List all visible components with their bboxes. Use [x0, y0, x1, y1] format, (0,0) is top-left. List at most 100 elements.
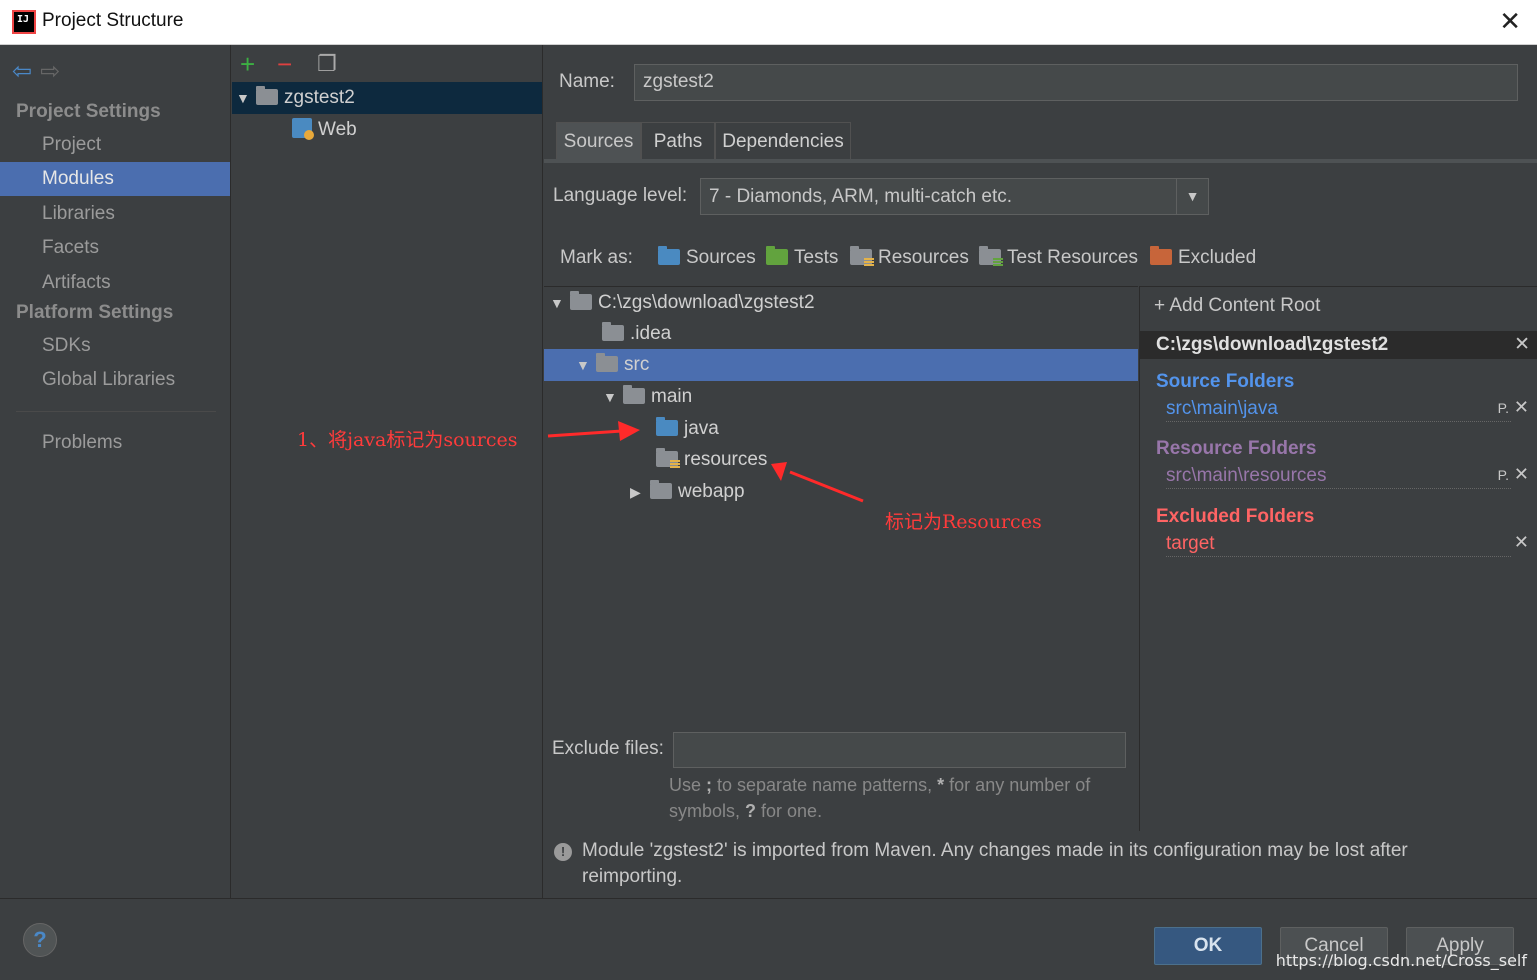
mark-tests-label: Tests: [794, 247, 839, 268]
sidebar-item-facets[interactable]: Facets: [0, 231, 230, 265]
close-icon[interactable]: ✕: [1499, 6, 1521, 37]
test-resources-folder-icon: [979, 246, 1003, 267]
mark-resources-button[interactable]: Resources: [850, 246, 969, 269]
folder-icon: [623, 385, 645, 404]
tab-underline: [544, 159, 1537, 163]
tests-folder-icon: [766, 246, 788, 265]
tab-paths[interactable]: Paths: [641, 122, 715, 160]
sidebar-item-sdks[interactable]: SDKs: [0, 329, 230, 363]
tree-label-idea: .idea: [630, 323, 672, 344]
exclude-files-input[interactable]: [673, 732, 1126, 768]
sources-folder-icon: [658, 246, 680, 265]
mark-test-resources-button[interactable]: Test Resources: [979, 246, 1138, 269]
exclude-files-hint: Use ; to separate name patterns, * for a…: [669, 775, 1091, 821]
window-title: Project Structure: [42, 10, 184, 31]
edit-properties-icon[interactable]: P.: [1498, 467, 1509, 483]
expand-triangle-icon[interactable]: ▼: [576, 349, 596, 381]
folder-icon: [570, 291, 592, 310]
edit-properties-icon[interactable]: P.: [1498, 400, 1509, 416]
mark-excluded-label: Excluded: [1178, 247, 1257, 268]
sidebar-item-project[interactable]: Project: [0, 128, 230, 162]
info-icon: !: [554, 843, 572, 861]
remove-excluded-folder-icon[interactable]: ✕: [1514, 532, 1529, 553]
facet-label: Web: [318, 119, 357, 140]
language-level-select[interactable]: 7 - Diamonds, ARM, multi-catch etc. ▼: [700, 178, 1209, 215]
module-name-field[interactable]: zgstest2: [634, 64, 1518, 101]
watermark: https://blog.csdn.net/Cross_self: [1275, 951, 1527, 970]
sidebar-item-modules[interactable]: Modules: [0, 162, 230, 196]
excluded-folder-item[interactable]: target: [1166, 532, 1511, 557]
back-arrow-icon[interactable]: ⇦: [12, 58, 32, 85]
content-root-path: C:\zgs\download\zgstest2: [1156, 334, 1389, 355]
ok-button[interactable]: OK: [1154, 927, 1262, 965]
tree-row-main[interactable]: ▼ main: [544, 381, 1138, 413]
content-roots-panel: + Add Content Root C:\zgs\download\zgste…: [1139, 286, 1537, 831]
tree-row-webapp[interactable]: ▶ webapp: [544, 476, 1138, 508]
source-folders-header: Source Folders: [1156, 371, 1295, 392]
tree-label-java: java: [684, 418, 719, 439]
annotation-java: 1、将java标记为sources: [297, 429, 518, 451]
tree-label-webapp: webapp: [678, 481, 745, 502]
mark-test-resources-label: Test Resources: [1007, 247, 1138, 268]
sidebar-item-global-libraries[interactable]: Global Libraries: [0, 363, 230, 397]
expand-triangle-icon[interactable]: ▶: [630, 476, 650, 508]
tree-row-java[interactable]: java: [544, 413, 1138, 445]
maven-import-notice: ! Module 'zgstest2' is imported from Mav…: [554, 838, 1494, 890]
expand-triangle-icon[interactable]: ▼: [603, 381, 623, 413]
sources-folder-icon: [656, 417, 678, 436]
add-module-icon[interactable]: +: [240, 49, 255, 80]
module-label: zgstest2: [284, 87, 355, 108]
language-level-label: Language level:: [553, 185, 688, 206]
mark-resources-label: Resources: [878, 247, 969, 268]
tab-sources[interactable]: Sources: [556, 122, 641, 160]
add-content-root-button[interactable]: + Add Content Root: [1154, 295, 1320, 317]
plus-icon: +: [1154, 295, 1170, 316]
module-tree-item[interactable]: ▼ zgstest2: [232, 82, 542, 114]
help-button[interactable]: ?: [23, 923, 57, 957]
resources-folder-icon: [850, 246, 874, 267]
mark-sources-button[interactable]: Sources: [658, 246, 756, 269]
source-folder-item[interactable]: src\main\java: [1166, 397, 1511, 422]
copy-module-icon[interactable]: ❐: [317, 51, 337, 77]
mark-sources-label: Sources: [686, 247, 756, 268]
tab-dependencies[interactable]: Dependencies: [715, 122, 851, 160]
modules-panel: + − ❐ ▼ zgstest2 Web: [232, 45, 543, 898]
content-root-header: C:\zgs\download\zgstest2 ✕: [1140, 331, 1537, 359]
tree-row-idea[interactable]: .idea: [544, 318, 1138, 350]
web-facet-icon: [292, 118, 314, 140]
tree-row-src[interactable]: ▼ src: [544, 349, 1138, 381]
history-nav: ⇦ ⇨: [12, 57, 60, 86]
excluded-folder-icon: [1150, 246, 1172, 265]
intellij-app-icon: IJ: [12, 10, 36, 34]
remove-content-root-icon[interactable]: ✕: [1514, 331, 1530, 359]
facet-tree-item[interactable]: Web: [232, 114, 542, 146]
tree-label-resources: resources: [684, 449, 768, 470]
expand-triangle-icon[interactable]: ▼: [236, 82, 256, 114]
mark-as-label: Mark as:: [560, 247, 633, 268]
tree-row-resources[interactable]: resources: [544, 444, 1138, 476]
folder-icon: [602, 322, 624, 341]
mark-excluded-button[interactable]: Excluded: [1150, 246, 1257, 269]
mark-tests-button[interactable]: Tests: [766, 246, 839, 269]
chevron-down-icon[interactable]: ▼: [1176, 179, 1208, 214]
resources-folder-icon: [656, 448, 680, 469]
forward-arrow-icon[interactable]: ⇨: [40, 58, 60, 85]
tree-label-src: src: [624, 354, 650, 375]
sidebar-item-problems[interactable]: Problems: [0, 426, 230, 460]
tree-row-root[interactable]: ▼ C:\zgs\download\zgstest2: [544, 287, 1138, 319]
remove-module-icon[interactable]: −: [277, 49, 292, 80]
sidebar-item-libraries[interactable]: Libraries: [0, 197, 230, 231]
tree-label-main: main: [651, 386, 693, 407]
sidebar-item-artifacts[interactable]: Artifacts: [0, 266, 230, 300]
excluded-folders-header: Excluded Folders: [1156, 506, 1315, 527]
resource-folder-item[interactable]: src\main\resources: [1166, 464, 1511, 489]
language-level-value: 7 - Diamonds, ARM, multi-catch etc.: [709, 186, 1013, 207]
dialog-button-bar: ? OK Cancel Apply https://blog.csdn.net/…: [0, 898, 1537, 980]
settings-sidebar: ⇦ ⇨ Project Settings Project Modules Libr…: [0, 45, 231, 898]
platform-settings-header: Platform Settings: [16, 302, 174, 323]
remove-source-folder-icon[interactable]: ✕: [1514, 397, 1529, 418]
tree-label-root: C:\zgs\download\zgstest2: [598, 292, 815, 313]
remove-resource-folder-icon[interactable]: ✕: [1514, 464, 1529, 485]
folder-icon: [596, 353, 618, 372]
expand-triangle-icon[interactable]: ▼: [550, 287, 570, 319]
